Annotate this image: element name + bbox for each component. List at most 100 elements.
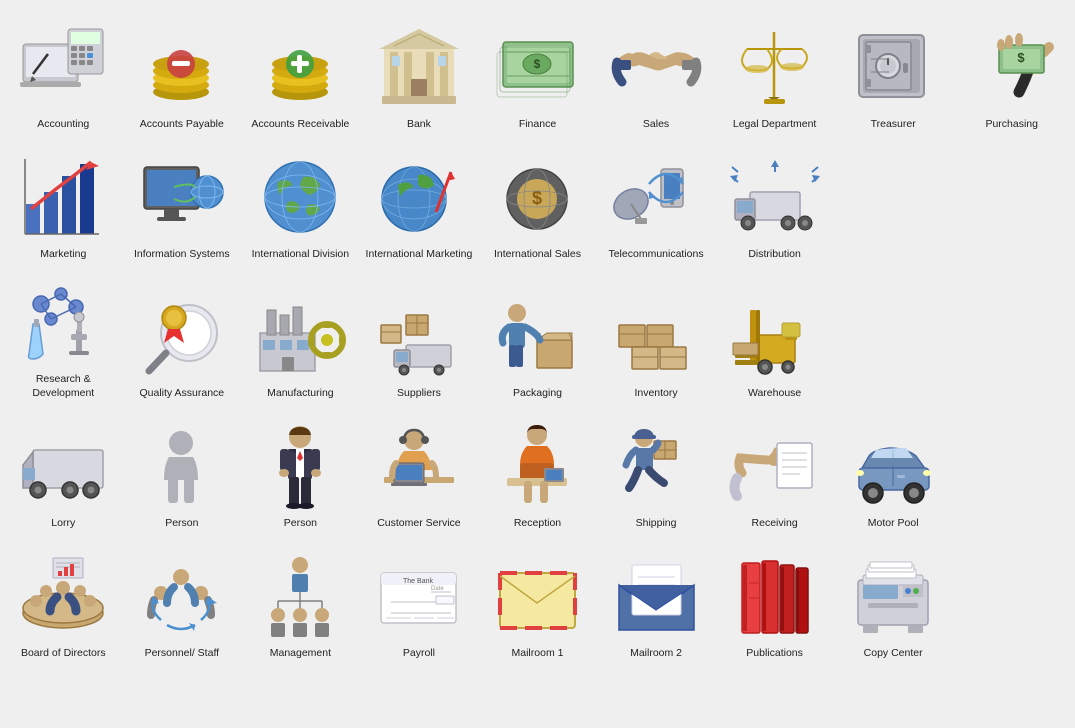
icon-item-international-marketing[interactable]: International Marketing [360,138,479,268]
icon-item-information-systems[interactable]: Information Systems [123,138,242,268]
empty-cell [952,268,1071,406]
icon-item-person2[interactable]: Person [241,406,360,536]
label-finance: Finance [519,118,556,132]
label-mailroom2: Mailroom 2 [630,647,682,661]
icon-international-division [250,149,350,244]
icon-international-marketing [369,149,469,244]
label-telecommunications: Telecommunications [608,248,703,262]
icon-publications [725,548,825,643]
icon-item-copy-center[interactable]: Copy Center [834,536,953,666]
icon-item-shipping[interactable]: Shipping [597,406,716,536]
icon-item-mailroom1[interactable]: Mailroom 1 [478,536,597,666]
icon-item-reception[interactable]: Reception [478,406,597,536]
icon-item-research-development[interactable]: Research & Development [4,268,123,406]
icon-item-mailroom2[interactable]: Mailroom 2 [597,536,716,666]
label-copy-center: Copy Center [864,647,923,661]
icon-item-treasurer[interactable]: Treasurer [834,8,953,138]
icon-item-legal-department[interactable]: Legal Department [715,8,834,138]
icon-shipping [606,418,706,513]
empty-cell [952,138,1071,268]
icon-item-telecommunications[interactable]: Telecommunications [597,138,716,268]
icon-item-management[interactable]: Management [241,536,360,666]
svg-text:The Bank: The Bank [403,578,433,585]
empty-cell [952,406,1071,536]
icon-item-manufacturing[interactable]: Manufacturing [241,268,360,406]
label-accounts-payable: Accounts Payable [140,118,224,132]
icon-inventory [606,288,706,383]
icon-payroll: The Bank Date [369,548,469,643]
label-international-division: International Division [252,248,349,262]
label-personnel-staff: Personnel/ Staff [145,647,220,661]
icon-receiving [725,418,825,513]
label-research-development: Research & Development [8,373,118,400]
label-purchasing: Purchasing [985,118,1038,132]
icon-item-accounting[interactable]: Accounting [4,8,123,138]
icon-telecommunications [606,149,706,244]
icon-item-payroll[interactable]: The Bank Date Payroll [360,536,479,666]
svg-text:$: $ [1018,50,1026,65]
icon-warehouse [725,288,825,383]
empty-cell [834,268,953,406]
icon-item-inventory[interactable]: Inventory [597,268,716,406]
icon-accounts-receivable [250,19,350,114]
icon-person1 [132,418,232,513]
label-lorry: Lorry [51,517,75,531]
icon-item-purchasing[interactable]: $ Purchasing [952,8,1071,138]
icon-item-suppliers[interactable]: Suppliers [360,268,479,406]
label-sales: Sales [643,118,669,132]
icon-item-marketing[interactable]: Marketing [4,138,123,268]
icon-item-quality-assurance[interactable]: Quality Assurance [123,268,242,406]
icon-item-accounts-payable[interactable]: Accounts Payable [123,8,242,138]
label-inventory: Inventory [634,387,677,401]
label-shipping: Shipping [636,517,677,531]
empty-cell [834,138,953,268]
icon-legal-department [725,19,825,114]
icon-item-distribution[interactable]: Distribution [715,138,834,268]
icon-item-sales[interactable]: Sales [597,8,716,138]
label-international-sales: International Sales [494,248,581,262]
icon-item-accounts-receivable[interactable]: Accounts Receivable [241,8,360,138]
icon-accounting [13,19,113,114]
icon-item-international-division[interactable]: International Division [241,138,360,268]
label-accounting: Accounting [37,118,89,132]
label-suppliers: Suppliers [397,387,441,401]
icon-item-lorry[interactable]: Lorry [4,406,123,536]
icon-treasurer [843,19,943,114]
svg-text:$: $ [534,57,541,71]
label-information-systems: Information Systems [134,248,230,262]
label-person1: Person [165,517,198,531]
icon-international-sales: $ [487,149,587,244]
label-accounts-receivable: Accounts Receivable [251,118,349,132]
icon-item-personnel-staff[interactable]: Personnel/ Staff [123,536,242,666]
icon-copy-center [843,548,943,643]
label-international-marketing: International Marketing [366,248,473,262]
icon-manufacturing [250,288,350,383]
icon-item-packaging[interactable]: Packaging [478,268,597,406]
label-receiving: Receiving [752,517,798,531]
label-treasurer: Treasurer [871,118,916,132]
icon-sales [606,19,706,114]
icon-item-publications[interactable]: Publications [715,536,834,666]
icon-marketing [13,149,113,244]
icon-finance: $ [487,19,587,114]
label-reception: Reception [514,517,561,531]
icon-accounts-payable [132,19,232,114]
icon-lorry [13,418,113,513]
label-motor-pool: Motor Pool [868,517,919,531]
icon-item-bank[interactable]: Bank [360,8,479,138]
icon-motor-pool [843,418,943,513]
icon-item-customer-service[interactable]: Customer Service [360,406,479,536]
icon-item-motor-pool[interactable]: Motor Pool [834,406,953,536]
label-mailroom1: Mailroom 1 [512,647,564,661]
icon-research-development [13,274,113,369]
icon-item-board-of-directors[interactable]: Board of Directors [4,536,123,666]
icon-item-international-sales[interactable]: $ International Sales [478,138,597,268]
icon-item-receiving[interactable]: Receiving [715,406,834,536]
icon-mailroom2 [606,548,706,643]
label-quality-assurance: Quality Assurance [140,387,225,401]
icon-item-warehouse[interactable]: Warehouse [715,268,834,406]
icon-item-finance[interactable]: $ Finance [478,8,597,138]
label-bank: Bank [407,118,431,132]
label-board-of-directors: Board of Directors [21,647,106,661]
icon-item-person1[interactable]: Person [123,406,242,536]
